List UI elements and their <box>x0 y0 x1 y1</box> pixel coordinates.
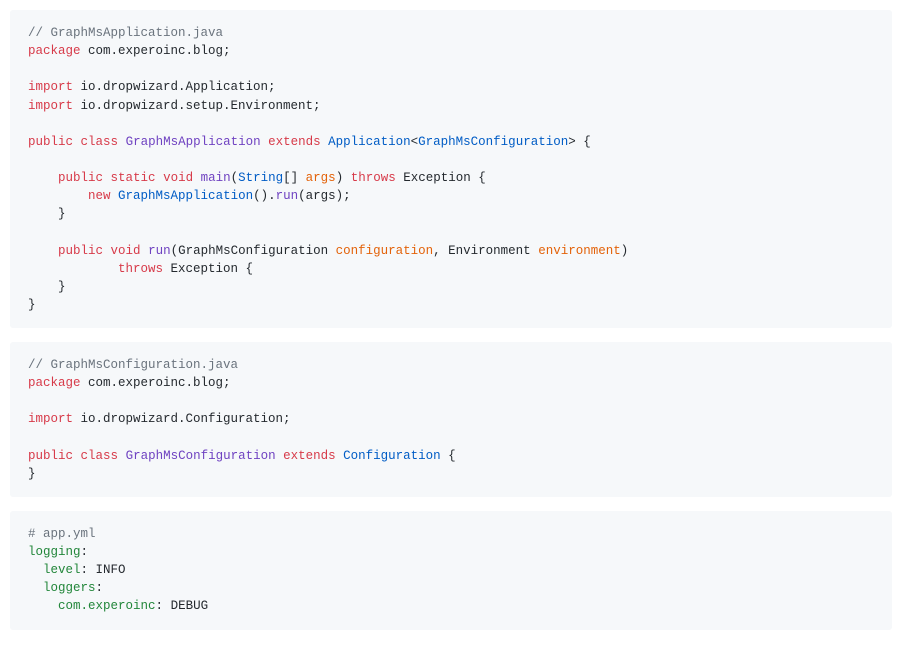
code-token: extends <box>268 135 321 149</box>
code-block-config-java: // GraphMsConfiguration.java package com… <box>10 342 892 497</box>
code-token: : <box>81 545 89 559</box>
code-token: (). <box>253 189 276 203</box>
code-token <box>103 171 111 185</box>
code-token <box>261 135 269 149</box>
code-token: io.dropwizard.Configuration; <box>73 412 291 426</box>
code-token: environment <box>538 244 621 258</box>
code-token: run <box>148 244 171 258</box>
code-token <box>28 581 43 595</box>
code-token: com.experoinc.blog; <box>81 376 231 390</box>
code-token: loggers <box>43 581 96 595</box>
code-token: # app.yml <box>28 527 96 541</box>
code-token: void <box>111 244 141 258</box>
code-token: } <box>28 207 66 221</box>
code-token: package <box>28 44 81 58</box>
code-token <box>321 135 329 149</box>
code-token: logging <box>28 545 81 559</box>
code-token: com.experoinc <box>58 599 156 613</box>
code-token <box>28 599 58 613</box>
code-token: throws <box>351 171 396 185</box>
code-token: level <box>43 563 81 577</box>
code-token: } <box>28 298 36 312</box>
code-content[interactable]: // GraphMsConfiguration.java package com… <box>28 356 874 483</box>
code-token: package <box>28 376 81 390</box>
code-token <box>28 262 118 276</box>
code-token: (GraphMsConfiguration <box>171 244 336 258</box>
code-token: // GraphMsApplication.java <box>28 26 223 40</box>
code-token: [] <box>283 171 306 185</box>
code-token <box>193 171 201 185</box>
code-token: Exception { <box>396 171 486 185</box>
code-token <box>73 449 81 463</box>
code-block-app-java: // GraphMsApplication.java package com.e… <box>10 10 892 328</box>
code-token: GraphMsApplication <box>126 135 261 149</box>
code-token: (args); <box>298 189 351 203</box>
code-snippets-container: // GraphMsApplication.java package com.e… <box>10 10 892 630</box>
code-token: configuration <box>336 244 434 258</box>
code-token <box>28 244 58 258</box>
code-token: GraphMsConfiguration <box>418 135 568 149</box>
code-token <box>336 449 344 463</box>
code-token: class <box>81 135 119 149</box>
code-token: Configuration <box>343 449 441 463</box>
code-token <box>73 135 81 149</box>
code-token: GraphMsConfiguration <box>126 449 276 463</box>
code-token: > { <box>568 135 591 149</box>
code-token <box>118 135 126 149</box>
code-token: new <box>88 189 111 203</box>
code-token: io.dropwizard.Application; <box>73 80 276 94</box>
code-token: run <box>276 189 299 203</box>
code-token <box>103 244 111 258</box>
code-token: public <box>58 244 103 258</box>
code-token <box>156 171 164 185</box>
code-token: INFO <box>96 563 126 577</box>
code-token: GraphMsApplication <box>118 189 253 203</box>
code-token <box>118 449 126 463</box>
code-content[interactable]: // GraphMsApplication.java package com.e… <box>28 24 874 314</box>
code-token: } <box>28 280 66 294</box>
code-token: class <box>81 449 119 463</box>
code-token: Application <box>328 135 411 149</box>
code-token: : <box>156 599 171 613</box>
code-token: Exception { <box>163 262 253 276</box>
code-token <box>28 171 58 185</box>
code-content[interactable]: # app.yml logging: level: INFO loggers: … <box>28 525 874 616</box>
code-token: args <box>306 171 336 185</box>
code-token: throws <box>118 262 163 276</box>
code-token: void <box>163 171 193 185</box>
code-token: : <box>81 563 96 577</box>
code-token: , Environment <box>433 244 538 258</box>
code-token: public <box>58 171 103 185</box>
code-token: : <box>96 581 104 595</box>
code-token: public <box>28 135 73 149</box>
code-token: import <box>28 80 73 94</box>
code-token: String <box>238 171 283 185</box>
code-token: extends <box>283 449 336 463</box>
code-token: ( <box>231 171 239 185</box>
code-token: // GraphMsConfiguration.java <box>28 358 238 372</box>
code-token <box>28 189 88 203</box>
code-token <box>111 189 119 203</box>
code-token: { <box>441 449 456 463</box>
code-token <box>28 563 43 577</box>
code-token: DEBUG <box>171 599 209 613</box>
code-token: ) <box>336 171 351 185</box>
code-token: } <box>28 467 36 481</box>
code-token: io.dropwizard.setup.Environment; <box>73 99 321 113</box>
code-token: public <box>28 449 73 463</box>
code-token: import <box>28 412 73 426</box>
code-token <box>141 244 149 258</box>
code-token: main <box>201 171 231 185</box>
code-token: ) <box>621 244 629 258</box>
code-token: com.experoinc.blog; <box>81 44 231 58</box>
code-token: static <box>111 171 156 185</box>
code-token <box>276 449 284 463</box>
code-token: import <box>28 99 73 113</box>
code-block-app-yml: # app.yml logging: level: INFO loggers: … <box>10 511 892 630</box>
